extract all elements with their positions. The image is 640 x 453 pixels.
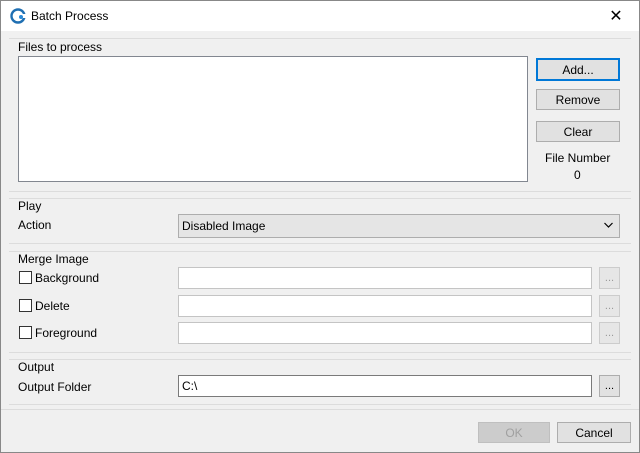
merge-image-group-label: Merge Image bbox=[18, 252, 89, 266]
files-group-label: Files to process bbox=[18, 40, 103, 54]
delete-browse-label: ... bbox=[604, 300, 615, 312]
app-icon bbox=[10, 8, 26, 24]
delete-path-input[interactable] bbox=[178, 295, 592, 317]
background-browse-button[interactable]: ... bbox=[599, 267, 620, 289]
delete-checkbox[interactable] bbox=[19, 299, 32, 312]
close-button[interactable]: ✕ bbox=[593, 1, 639, 31]
clear-button[interactable]: Clear bbox=[536, 121, 620, 142]
output-group-label: Output bbox=[18, 360, 55, 374]
ok-button[interactable]: OK bbox=[478, 422, 550, 443]
window-title: Batch Process bbox=[31, 9, 109, 23]
action-dropdown[interactable]: Disabled Image bbox=[178, 214, 620, 238]
foreground-path-input[interactable] bbox=[178, 322, 592, 344]
foreground-browse-label: ... bbox=[604, 327, 615, 339]
cancel-button-label: Cancel bbox=[575, 425, 613, 440]
batch-process-dialog: Batch Process ✕ Files to process Add... … bbox=[0, 0, 640, 453]
output-folder-label: Output Folder bbox=[18, 380, 92, 394]
play-group-label: Play bbox=[18, 199, 42, 213]
foreground-label[interactable]: Foreground bbox=[35, 326, 97, 340]
background-checkbox[interactable] bbox=[19, 271, 32, 284]
add-button-label: Add... bbox=[562, 62, 594, 77]
delete-label[interactable]: Delete bbox=[35, 299, 70, 313]
file-number-value: 0 bbox=[574, 168, 581, 182]
footer-separator bbox=[1, 409, 639, 410]
add-button[interactable]: Add... bbox=[536, 58, 620, 81]
cancel-button[interactable]: Cancel bbox=[557, 422, 631, 443]
clear-button-label: Clear bbox=[563, 124, 593, 139]
background-label[interactable]: Background bbox=[35, 271, 99, 285]
foreground-browse-button[interactable]: ... bbox=[599, 322, 620, 344]
ok-button-label: OK bbox=[505, 425, 523, 440]
action-dropdown-value: Disabled Image bbox=[182, 219, 266, 233]
background-path-input[interactable] bbox=[178, 267, 592, 289]
chevron-down-icon bbox=[604, 222, 613, 228]
files-listbox[interactable] bbox=[18, 56, 528, 182]
close-icon: ✕ bbox=[609, 8, 623, 25]
delete-browse-button[interactable]: ... bbox=[599, 295, 620, 317]
remove-button[interactable]: Remove bbox=[536, 89, 620, 110]
title-bar: Batch Process ✕ bbox=[1, 1, 639, 31]
output-folder-browse-label: ... bbox=[604, 380, 615, 392]
file-number-label: File Number bbox=[545, 151, 611, 165]
action-label: Action bbox=[18, 218, 52, 232]
foreground-checkbox[interactable] bbox=[19, 326, 32, 339]
background-browse-label: ... bbox=[604, 272, 615, 284]
output-folder-browse-button[interactable]: ... bbox=[599, 375, 620, 397]
output-folder-input[interactable]: C:\ bbox=[178, 375, 592, 397]
remove-button-label: Remove bbox=[555, 92, 601, 107]
